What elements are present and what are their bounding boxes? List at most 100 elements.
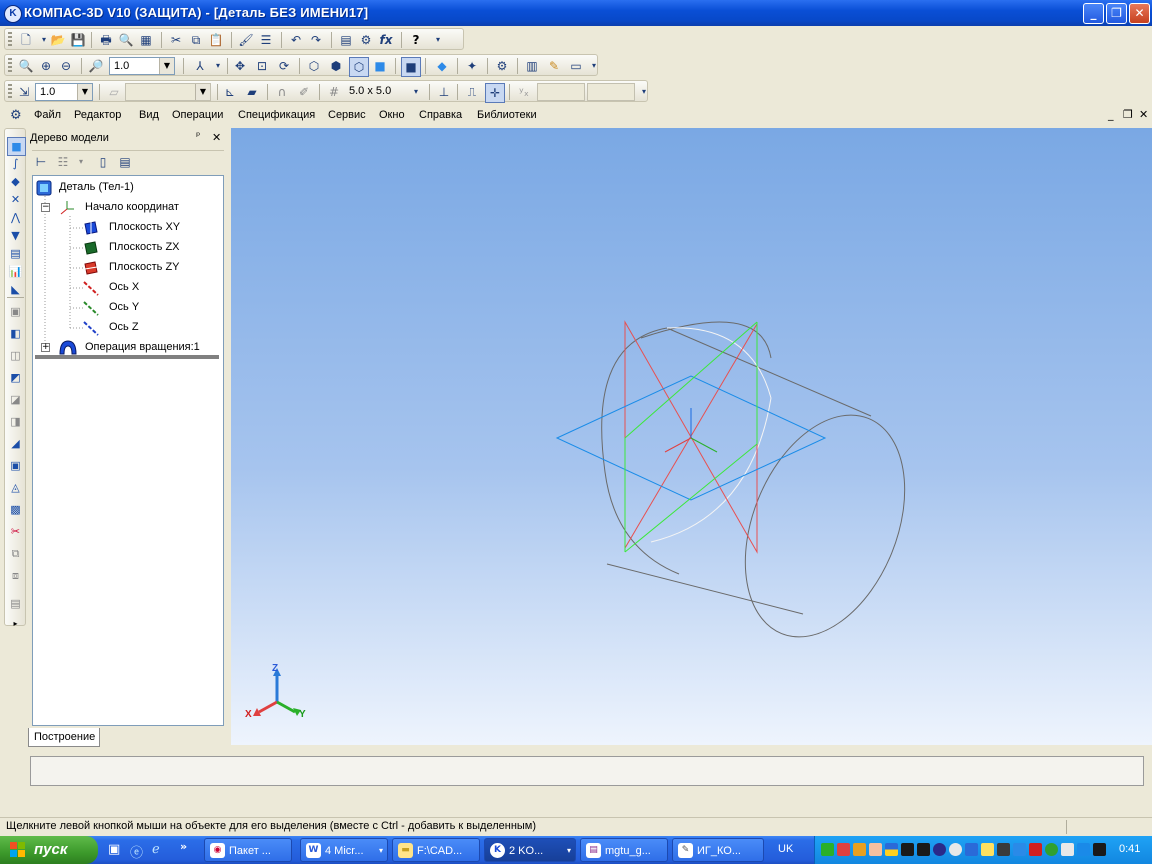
- tray-dark-icon[interactable]: [1093, 843, 1106, 856]
- toolbar-grip[interactable]: [8, 32, 12, 48]
- mirror-icon[interactable]: ⧈: [7, 567, 24, 584]
- tray-black-icon[interactable]: [917, 843, 930, 856]
- properties-icon[interactable]: ▦: [137, 31, 155, 49]
- current-scale-combo[interactable]: 1.0 ▼: [35, 83, 93, 101]
- task-item-3[interactable]: ▬ F:\CAD...: [392, 838, 480, 862]
- fillet-icon[interactable]: ◢: [7, 435, 24, 452]
- array-icon[interactable]: ⧉: [7, 545, 24, 562]
- wireframe-icon[interactable]: ⬡: [305, 57, 323, 75]
- shaded-edges-icon[interactable]: ■: [401, 57, 421, 77]
- tree-structure-icon[interactable]: ⊢: [32, 153, 50, 171]
- loft-icon[interactable]: ◩: [7, 369, 24, 386]
- tree-node-revolve[interactable]: Операция вращения:1: [85, 341, 200, 353]
- variables-fx-icon[interactable]: fx: [377, 31, 395, 49]
- menu-edit[interactable]: Редактор: [74, 109, 121, 121]
- clock[interactable]: 0:41: [1119, 843, 1140, 855]
- toolbar-grip[interactable]: [8, 58, 12, 74]
- copy-body-icon[interactable]: ▤: [7, 595, 24, 612]
- model-properties-icon[interactable]: ⚙: [493, 57, 511, 75]
- tree-node-plane-xy[interactable]: Плоскость XY: [109, 221, 180, 233]
- thin-hidden-lines-icon[interactable]: ⬡: [349, 57, 369, 77]
- document-gear-icon[interactable]: ⚙: [10, 108, 26, 124]
- open-folder-icon[interactable]: 📂: [49, 31, 67, 49]
- shaded-icon[interactable]: ■: [371, 57, 389, 75]
- tray-disc-icon[interactable]: [933, 843, 946, 856]
- model-tree-list[interactable]: Деталь (Тел-1) − Начало координат Плоско…: [32, 175, 224, 726]
- new-file-icon[interactable]: 🗋: [17, 31, 35, 49]
- round-icon[interactable]: ⎍: [463, 83, 481, 101]
- chevron-down-icon[interactable]: ▼: [159, 58, 174, 74]
- tray-green-icon[interactable]: [1045, 843, 1058, 856]
- tree-node-axis-y[interactable]: Ось Y: [109, 301, 139, 313]
- rib-icon[interactable]: ◬: [7, 479, 24, 496]
- report-icon[interactable]: 📊: [7, 263, 24, 280]
- edit-pencil-icon[interactable]: ✎: [545, 57, 563, 75]
- minimize-button[interactable]: _: [1083, 3, 1104, 24]
- mdi-restore-icon[interactable]: ❐: [1123, 108, 1133, 121]
- measure-icon[interactable]: ▥: [523, 57, 541, 75]
- tray-blue-icon[interactable]: [1077, 843, 1090, 856]
- tray-speaker-icon[interactable]: [1061, 843, 1074, 856]
- expand-icon[interactable]: +: [41, 343, 50, 352]
- start-button[interactable]: пуск: [0, 836, 98, 864]
- menu-operations[interactable]: Операции: [172, 109, 223, 121]
- grid-step-dropdown-icon[interactable]: ▾: [407, 83, 425, 101]
- surfaces-icon[interactable]: ◆: [7, 173, 24, 190]
- tray-network-icon[interactable]: [965, 843, 978, 856]
- undo-icon[interactable]: ↶: [287, 31, 305, 49]
- ortho-mode-icon[interactable]: ⊥: [435, 83, 453, 101]
- copy-icon[interactable]: ⧉: [187, 31, 205, 49]
- tree-node-axis-x[interactable]: Ось X: [109, 281, 139, 293]
- tree-node-plane-zy[interactable]: Плоскость ZY: [109, 261, 180, 273]
- tray-antivirus-icon[interactable]: [837, 843, 850, 856]
- selection-filter-icon[interactable]: ✦: [463, 57, 481, 75]
- cut-icon[interactable]: ✂: [167, 31, 185, 49]
- local-cs-icon[interactable]: ⊾: [221, 83, 239, 101]
- grid-step-value[interactable]: 5.0 x 5.0: [349, 85, 391, 97]
- zoom-window-icon[interactable]: 🔍: [17, 57, 35, 75]
- desktop-icon[interactable]: ▣: [108, 842, 120, 857]
- tray-close-icon[interactable]: [1029, 843, 1042, 856]
- save-icon[interactable]: 💾: [69, 31, 87, 49]
- properties-field[interactable]: [30, 756, 1144, 786]
- task-item-4[interactable]: K 2 KO... ▾: [484, 838, 576, 862]
- toolbar-options-icon[interactable]: ▾: [635, 83, 653, 101]
- help-pointer-icon[interactable]: ?: [407, 31, 425, 49]
- tray-flag-icon[interactable]: [885, 843, 898, 856]
- task-item-5[interactable]: ▤ mgtu_g...: [580, 838, 668, 862]
- eraser-icon[interactable]: ✐: [295, 83, 313, 101]
- mdi-minimize-icon[interactable]: _: [1108, 108, 1114, 121]
- pin-icon[interactable]: ᵖ: [196, 131, 200, 142]
- tray-monitor-icon[interactable]: [901, 843, 914, 856]
- zoom-scale-icon[interactable]: 🔎: [87, 57, 105, 75]
- orientation-dropdown-icon[interactable]: ▾: [209, 57, 227, 75]
- spatial-curves-icon[interactable]: ∫: [7, 155, 24, 172]
- language-indicator[interactable]: UK: [778, 843, 793, 855]
- tray-gear-icon[interactable]: [821, 843, 834, 856]
- part-edit-icon[interactable]: ■: [7, 137, 26, 156]
- paste-icon[interactable]: 📋: [207, 31, 225, 49]
- kinematic-icon[interactable]: ◫: [7, 347, 24, 364]
- menu-help[interactable]: Справка: [419, 109, 462, 121]
- measurements-icon[interactable]: ⋀: [7, 209, 24, 226]
- pan-icon[interactable]: ✥: [231, 57, 249, 75]
- tray-utility-icon[interactable]: [869, 843, 882, 856]
- tree-document-icon[interactable]: ▤: [116, 153, 134, 171]
- ie-alt-icon[interactable]: ℯ: [152, 842, 160, 857]
- tray-app-icon[interactable]: [853, 843, 866, 856]
- sheet-body-icon[interactable]: ◣: [7, 281, 24, 298]
- rotate-icon[interactable]: ⟳: [275, 57, 293, 75]
- mdi-close-icon[interactable]: ✕: [1139, 108, 1148, 121]
- hidden-lines-icon[interactable]: ⬢: [327, 57, 345, 75]
- filter-icon[interactable]: ▼: [7, 227, 24, 244]
- tree-node-axis-z[interactable]: Ось Z: [109, 321, 139, 333]
- close-icon[interactable]: ✕: [212, 131, 221, 144]
- redo-icon[interactable]: ↷: [307, 31, 325, 49]
- chamfer-icon[interactable]: ▣: [7, 457, 24, 474]
- tree-view-mode-icon[interactable]: ☷: [54, 153, 72, 171]
- cut-extrude-icon[interactable]: ◪: [7, 391, 24, 408]
- menu-view[interactable]: Вид: [139, 109, 159, 121]
- task-item-6[interactable]: ✎ ИГ_КО...: [672, 838, 764, 862]
- zoom-in-icon[interactable]: ⊕: [37, 57, 55, 75]
- orientation-icon[interactable]: ⅄: [191, 57, 209, 75]
